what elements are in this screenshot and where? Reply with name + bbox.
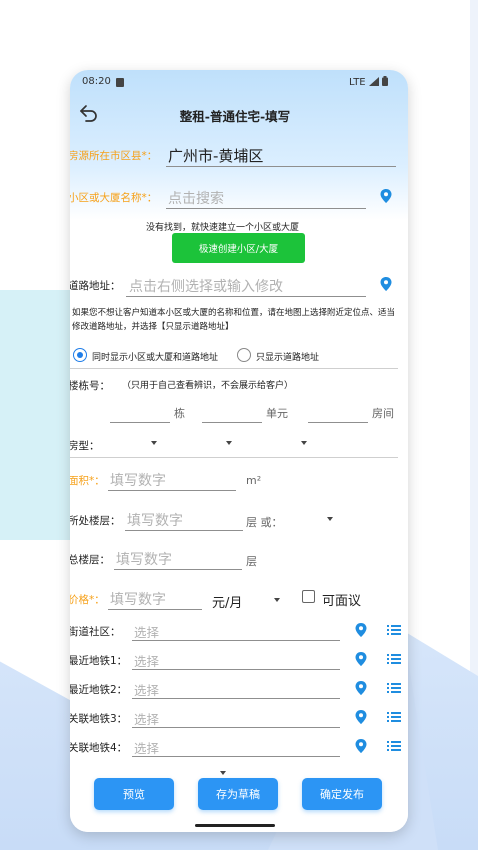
select-row-input[interactable]: 选择	[134, 738, 159, 757]
select-row-input[interactable]: 选择	[134, 709, 159, 728]
road-label: 道路地址：	[70, 280, 121, 292]
floor-underline	[125, 530, 243, 531]
display-both-radio[interactable]	[73, 348, 87, 362]
price-unit: 元/月	[212, 596, 243, 611]
phone-frame: 08:20 LTE 整租-普通住宅-填写 房源所在市区县*： 广州市-黄埔区 小…	[70, 70, 408, 832]
halls-dropdown[interactable]	[226, 441, 232, 445]
select-row-underline	[132, 727, 340, 728]
display-road-only-radio[interactable]	[237, 348, 251, 362]
content: 08:20 LTE 整租-普通住宅-填写 房源所在市区县*： 广州市-黄埔区 小…	[70, 70, 408, 832]
select-row-underline	[132, 640, 340, 641]
select-row-label: 街道社区：	[70, 626, 121, 638]
negotiable-checkbox[interactable]	[302, 590, 315, 603]
list-icon[interactable]	[387, 711, 401, 723]
app-screen: 08:20 LTE 整租-普通住宅-填写 房源所在市区县*： 广州市-黄埔区 小…	[70, 70, 408, 832]
save-draft-button[interactable]: 存为草稿	[198, 778, 278, 810]
display-road-only-label: 只显示道路地址	[256, 353, 320, 363]
status-right: LTE	[349, 76, 388, 88]
district-value[interactable]: 广州市-黄埔区	[168, 145, 263, 166]
scroll-hint-icon	[220, 771, 226, 775]
area-underline	[108, 490, 236, 491]
negotiable-label: 可面议	[322, 594, 362, 609]
select-row-underline	[132, 669, 340, 670]
price-label: 价格*：	[70, 594, 105, 606]
total-floors-label: 总楼层：	[70, 554, 110, 566]
floor-input[interactable]: 填写数字	[127, 510, 183, 530]
home-indicator	[195, 824, 275, 827]
display-both-label: 同时显示小区或大厦和道路地址	[92, 353, 219, 363]
building-number-input[interactable]	[110, 422, 170, 423]
rooms-dropdown[interactable]	[151, 441, 157, 445]
floor-level-dropdown[interactable]	[327, 517, 333, 521]
map-pin-icon[interactable]	[355, 739, 367, 753]
building-hint: （只用于自己查看辨识，不会展示给客户）	[122, 381, 294, 391]
district-underline	[166, 166, 396, 167]
area-unit: m²	[246, 474, 262, 487]
list-icon[interactable]	[387, 624, 401, 636]
select-row-input[interactable]: 选择	[134, 622, 159, 641]
list-icon[interactable]	[387, 653, 401, 665]
select-row-label: 关联地铁4：	[70, 742, 128, 754]
community-underline	[166, 208, 366, 209]
battery-icon	[382, 76, 388, 86]
divider	[70, 457, 398, 458]
quick-create-button[interactable]: 极速创建小区/大厦	[172, 233, 305, 263]
list-icon[interactable]	[387, 682, 401, 694]
map-pin-icon[interactable]	[355, 710, 367, 724]
total-floors-unit: 层	[246, 555, 257, 568]
signal-icon	[368, 77, 379, 86]
select-row-underline	[132, 698, 340, 699]
map-pin-icon[interactable]	[355, 623, 367, 637]
district-label: 房源所在市区县*：	[70, 150, 158, 162]
publish-button[interactable]: 确定发布	[302, 778, 382, 810]
status-bar: 08:20 LTE	[82, 76, 392, 92]
network-label: LTE	[349, 77, 366, 88]
select-row-input[interactable]: 选择	[134, 651, 159, 670]
room-unit: 房间	[372, 407, 394, 420]
sd-card-icon	[116, 78, 124, 87]
area-input[interactable]: 填写数字	[110, 470, 166, 490]
road-address-input[interactable]: 点击右侧选择或输入修改	[129, 276, 283, 296]
community-search-input[interactable]: 点击搜索	[168, 188, 224, 208]
building-label: 楼栋号：	[70, 380, 110, 392]
not-found-text: 没有找到，就快速建立一个小区或大厦	[146, 223, 300, 233]
page-title: 整租-普通住宅-填写	[179, 109, 291, 124]
preview-button[interactable]: 预览	[94, 778, 174, 810]
community-label: 小区或大厦名称*：	[70, 192, 158, 204]
room-number-input[interactable]	[308, 422, 368, 423]
list-icon[interactable]	[387, 740, 401, 752]
select-row-label: 关联地铁3：	[70, 713, 128, 725]
total-floors-underline	[114, 569, 242, 570]
map-pin-icon[interactable]	[380, 277, 392, 291]
unit-unit: 单元	[266, 407, 288, 420]
floor-unit: 层 或：	[246, 516, 283, 529]
unit-number-input[interactable]	[202, 422, 262, 423]
status-time: 08:20	[82, 76, 111, 87]
map-pin-icon[interactable]	[355, 681, 367, 695]
divider	[70, 368, 398, 369]
building-unit: 栋	[174, 407, 185, 420]
road-underline	[126, 296, 366, 297]
baths-dropdown[interactable]	[301, 441, 307, 445]
price-input[interactable]: 填写数字	[110, 589, 166, 609]
select-row-underline	[132, 756, 340, 757]
select-row-label: 最近地铁1：	[70, 655, 128, 667]
select-row-label: 最近地铁2：	[70, 684, 128, 696]
road-note: 如果您不想让客户知道本小区或大厦的名称和位置，请在地图上选择附近定位点、适当修改…	[72, 308, 396, 332]
map-pin-icon[interactable]	[380, 189, 392, 203]
floor-label: 所处楼层：	[70, 515, 121, 527]
area-label: 面积*：	[70, 475, 105, 487]
map-pin-icon[interactable]	[355, 652, 367, 666]
total-floors-input[interactable]: 填写数字	[116, 549, 172, 569]
price-unit-dropdown[interactable]	[274, 598, 280, 602]
price-underline	[108, 609, 202, 610]
select-row-input[interactable]: 选择	[134, 680, 159, 699]
layout-label: 房型：	[70, 440, 100, 452]
